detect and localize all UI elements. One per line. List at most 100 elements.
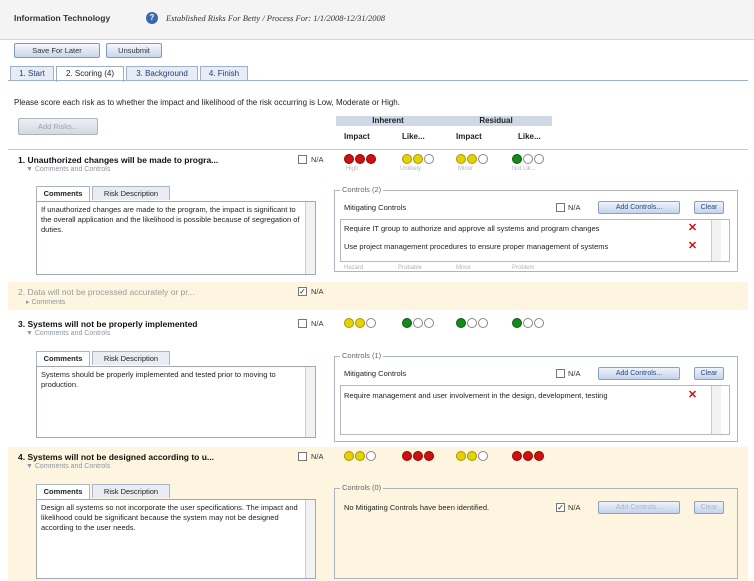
risk-dot[interactable] (413, 318, 423, 328)
risk-1-controls-scrollbar[interactable] (711, 220, 721, 261)
risk-dot[interactable] (467, 154, 477, 164)
risk-1-inherent-impact[interactable] (344, 154, 376, 164)
risk-3-clear-button[interactable]: Clear (694, 367, 724, 380)
control-item[interactable]: Use project management procedures to ens… (344, 242, 608, 251)
risk-dot[interactable] (523, 451, 533, 461)
risk-1-na-checkbox[interactable] (298, 155, 307, 164)
risk-4-residual-likelihood[interactable] (512, 451, 544, 461)
risk-dot[interactable] (512, 154, 522, 164)
risk-4-comments-controls-link[interactable]: ▼ Comments and Controls (26, 463, 110, 470)
risk-1-comment-text: If unauthorized changes are made to the … (41, 205, 300, 234)
risk-dot[interactable] (344, 154, 354, 164)
risk-3-inherent-likelihood[interactable] (402, 318, 434, 328)
risk-2-title: 2. Data will not be processed accurately… (18, 287, 195, 297)
risk-1-comment-scrollbar[interactable] (305, 202, 315, 274)
risk-dot[interactable] (402, 451, 412, 461)
risk-dot[interactable] (355, 451, 365, 461)
risk-dot[interactable] (402, 154, 412, 164)
risk-1-comments-tab[interactable]: Comments (36, 186, 90, 201)
risk-3-comment-box[interactable]: Systems should be properly implemented a… (36, 366, 316, 438)
risk-dot[interactable] (402, 318, 412, 328)
risk-1-add-controls-button[interactable]: Add Controls... (598, 201, 680, 214)
risk-dot[interactable] (355, 318, 365, 328)
risk-4-controls-na-checkbox[interactable]: ✓ (556, 503, 565, 512)
risk-dot[interactable] (366, 154, 376, 164)
risk-dot[interactable] (344, 318, 354, 328)
risk-4-inherent-likelihood[interactable] (402, 451, 434, 461)
help-icon[interactable]: ? (146, 12, 158, 24)
risk-1-clear-button[interactable]: Clear (694, 201, 724, 214)
risk-4-risk-description-tab[interactable]: Risk Description (92, 484, 170, 498)
risk-1-na-label: N/A (311, 155, 324, 164)
risk-dot[interactable] (534, 451, 544, 461)
risk-dot[interactable] (467, 318, 477, 328)
risk-1-inherent-likelihood[interactable] (402, 154, 434, 164)
risk-4-clear-button[interactable]: Clear (694, 501, 724, 514)
risk-dot[interactable] (424, 451, 434, 461)
risk-3-residual-impact[interactable] (456, 318, 488, 328)
remove-control-icon[interactable]: ✕ (687, 390, 698, 401)
risk-dot[interactable] (534, 318, 544, 328)
risk-dot[interactable] (478, 451, 488, 461)
control-item[interactable]: Require IT group to authorize and approv… (344, 224, 599, 233)
unsubmit-button[interactable]: Unsubmit (106, 43, 162, 58)
save-for-later-button[interactable]: Save For Later (14, 43, 100, 58)
risk-3-comments-controls-link[interactable]: ▼ Comments and Controls (26, 330, 110, 337)
risk-2-na-label: N/A (311, 287, 324, 296)
risk-dot[interactable] (456, 318, 466, 328)
risk-dot[interactable] (478, 318, 488, 328)
risk-3-controls-scrollbar[interactable] (711, 386, 721, 434)
risk-1-controls-na-checkbox[interactable] (556, 203, 565, 212)
risk-4-add-controls-button[interactable]: Add Controls... (598, 501, 680, 514)
risk-3-add-controls-button[interactable]: Add Controls... (598, 367, 680, 380)
risk-3-controls-na-checkbox[interactable] (556, 369, 565, 378)
risk-dot[interactable] (366, 451, 376, 461)
risk-3-comments-tab[interactable]: Comments (36, 351, 90, 366)
risk-4-na-checkbox[interactable] (298, 452, 307, 461)
risk-dot[interactable] (344, 451, 354, 461)
risk-3-residual-likelihood[interactable] (512, 318, 544, 328)
remove-control-icon[interactable]: ✕ (687, 223, 698, 234)
risk-1-risk-description-tab[interactable]: Risk Description (92, 186, 170, 200)
residual-impact-header: Impact (456, 132, 482, 141)
add-risks-button[interactable]: Add Risks... (18, 118, 98, 135)
risk-dot[interactable] (534, 154, 544, 164)
risk-1-residual-impact[interactable] (456, 154, 488, 164)
risk-dot[interactable] (456, 451, 466, 461)
risk-4-comment-box[interactable]: Design all systems so not incorporate th… (36, 499, 316, 579)
risk-dot[interactable] (523, 318, 533, 328)
tab-start[interactable]: 1. Start (10, 66, 54, 81)
risk-dot[interactable] (523, 154, 533, 164)
tab-background[interactable]: 3. Background (126, 66, 198, 81)
risk-4-inherent-impact[interactable] (344, 451, 376, 461)
risk-4-residual-impact[interactable] (456, 451, 488, 461)
risk-2-na-checkbox[interactable]: ✓ (298, 287, 307, 296)
risk-1-comments-controls-link[interactable]: ▼ Comments and Controls (26, 166, 110, 173)
remove-control-icon[interactable]: ✕ (687, 241, 698, 252)
risk-4-comment-scrollbar[interactable] (305, 500, 315, 578)
risk-dot[interactable] (456, 154, 466, 164)
risk-3-inherent-impact[interactable] (344, 318, 376, 328)
risk-dot[interactable] (424, 154, 434, 164)
risk-3-comment-scrollbar[interactable] (305, 367, 315, 437)
risk-3-risk-description-tab[interactable]: Risk Description (92, 351, 170, 365)
risk-dot[interactable] (366, 318, 376, 328)
risk-dot[interactable] (424, 318, 434, 328)
risk-1-comment-box[interactable]: If unauthorized changes are made to the … (36, 201, 316, 275)
risk-dot[interactable] (512, 451, 522, 461)
risk-1-residual-likelihood[interactable] (512, 154, 544, 164)
risk-dot[interactable] (478, 154, 488, 164)
risk-3-title: 3. Systems will not be properly implemen… (18, 319, 198, 329)
control-item[interactable]: Require management and user involvement … (344, 391, 608, 400)
risk-dot[interactable] (413, 451, 423, 461)
risk-dot[interactable] (355, 154, 365, 164)
risk-dot[interactable] (413, 154, 423, 164)
risk-3-na-checkbox[interactable] (298, 319, 307, 328)
risk-4-na-label: N/A (311, 452, 324, 461)
risk-dot[interactable] (512, 318, 522, 328)
page-title: Information Technology (14, 13, 111, 23)
risk-4-comments-tab[interactable]: Comments (36, 484, 90, 499)
risk-dot[interactable] (467, 451, 477, 461)
tab-finish[interactable]: 4. Finish (200, 66, 248, 81)
risk-2-comments-link[interactable]: ▸ Comments (26, 298, 65, 306)
